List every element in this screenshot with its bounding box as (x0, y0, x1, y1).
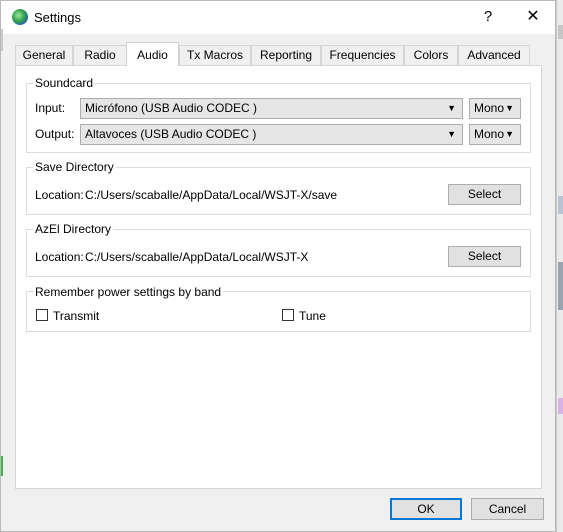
tab-colors[interactable]: Colors (404, 45, 458, 65)
transmit-checkbox[interactable] (36, 309, 48, 321)
background-strip-element (558, 262, 563, 310)
wsjtx-app-icon (12, 9, 28, 25)
background-window-strip (556, 0, 563, 532)
settings-dialog: Settings ? ✕ General Radio Audio Tx Macr… (0, 0, 556, 532)
tune-label: Tune (299, 309, 326, 323)
azel-directory-path: C:/Users/scaballe/AppData/Local/WSJT-X (85, 250, 309, 264)
background-strip-element (558, 398, 563, 414)
save-directory-title: Save Directory (33, 160, 116, 174)
soundcard-group-title: Soundcard (33, 76, 96, 90)
background-strip-element (558, 196, 563, 214)
tab-radio[interactable]: Radio (73, 45, 127, 65)
ok-button[interactable]: OK (390, 498, 462, 520)
close-button[interactable]: ✕ (521, 7, 545, 27)
chevron-down-icon: ▼ (447, 103, 456, 113)
output-device-value: Altavoces (USB Audio CODEC ) (85, 127, 257, 141)
input-label: Input: (35, 101, 66, 115)
input-device-select[interactable]: Micrófono (USB Audio CODEC ) ▼ (80, 98, 463, 119)
cancel-button[interactable]: Cancel (471, 498, 544, 520)
tab-audio[interactable]: Audio (126, 42, 179, 66)
save-directory-select-button[interactable]: Select (448, 184, 521, 205)
input-channel-value: Mono (474, 101, 505, 115)
background-strip-element (558, 25, 563, 39)
chevron-down-icon: ▼ (505, 103, 514, 113)
input-channel-select[interactable]: Mono ▼ (469, 98, 521, 119)
output-device-select[interactable]: Altavoces (USB Audio CODEC ) ▼ (80, 124, 463, 145)
chevron-down-icon: ▼ (447, 129, 456, 139)
azel-directory-title: AzEl Directory (33, 222, 114, 236)
azel-location-label: Location: (35, 250, 84, 264)
output-channel-value: Mono (474, 127, 505, 141)
save-location-label: Location: (35, 188, 84, 202)
title-bar: Settings ? ✕ (1, 1, 555, 34)
tab-advanced[interactable]: Advanced (458, 45, 530, 65)
tab-tx-macros[interactable]: Tx Macros (179, 45, 251, 65)
background-window-edge (1, 29, 3, 51)
output-channel-select[interactable]: Mono ▼ (469, 124, 521, 145)
tab-general[interactable]: General (15, 45, 73, 65)
help-button[interactable]: ? (477, 7, 499, 27)
chevron-down-icon: ▼ (505, 129, 514, 139)
power-settings-title: Remember power settings by band (33, 285, 224, 299)
tab-frequencies[interactable]: Frequencies (321, 45, 404, 65)
transmit-label: Transmit (53, 309, 100, 323)
window-title: Settings (34, 10, 81, 25)
azel-directory-select-button[interactable]: Select (448, 246, 521, 267)
background-window-edge (1, 456, 3, 476)
tab-reporting[interactable]: Reporting (251, 45, 321, 65)
input-device-value: Micrófono (USB Audio CODEC ) (85, 101, 258, 115)
tune-checkbox[interactable] (282, 309, 294, 321)
save-directory-path: C:/Users/scaballe/AppData/Local/WSJT-X/s… (85, 188, 338, 202)
output-label: Output: (35, 127, 75, 141)
